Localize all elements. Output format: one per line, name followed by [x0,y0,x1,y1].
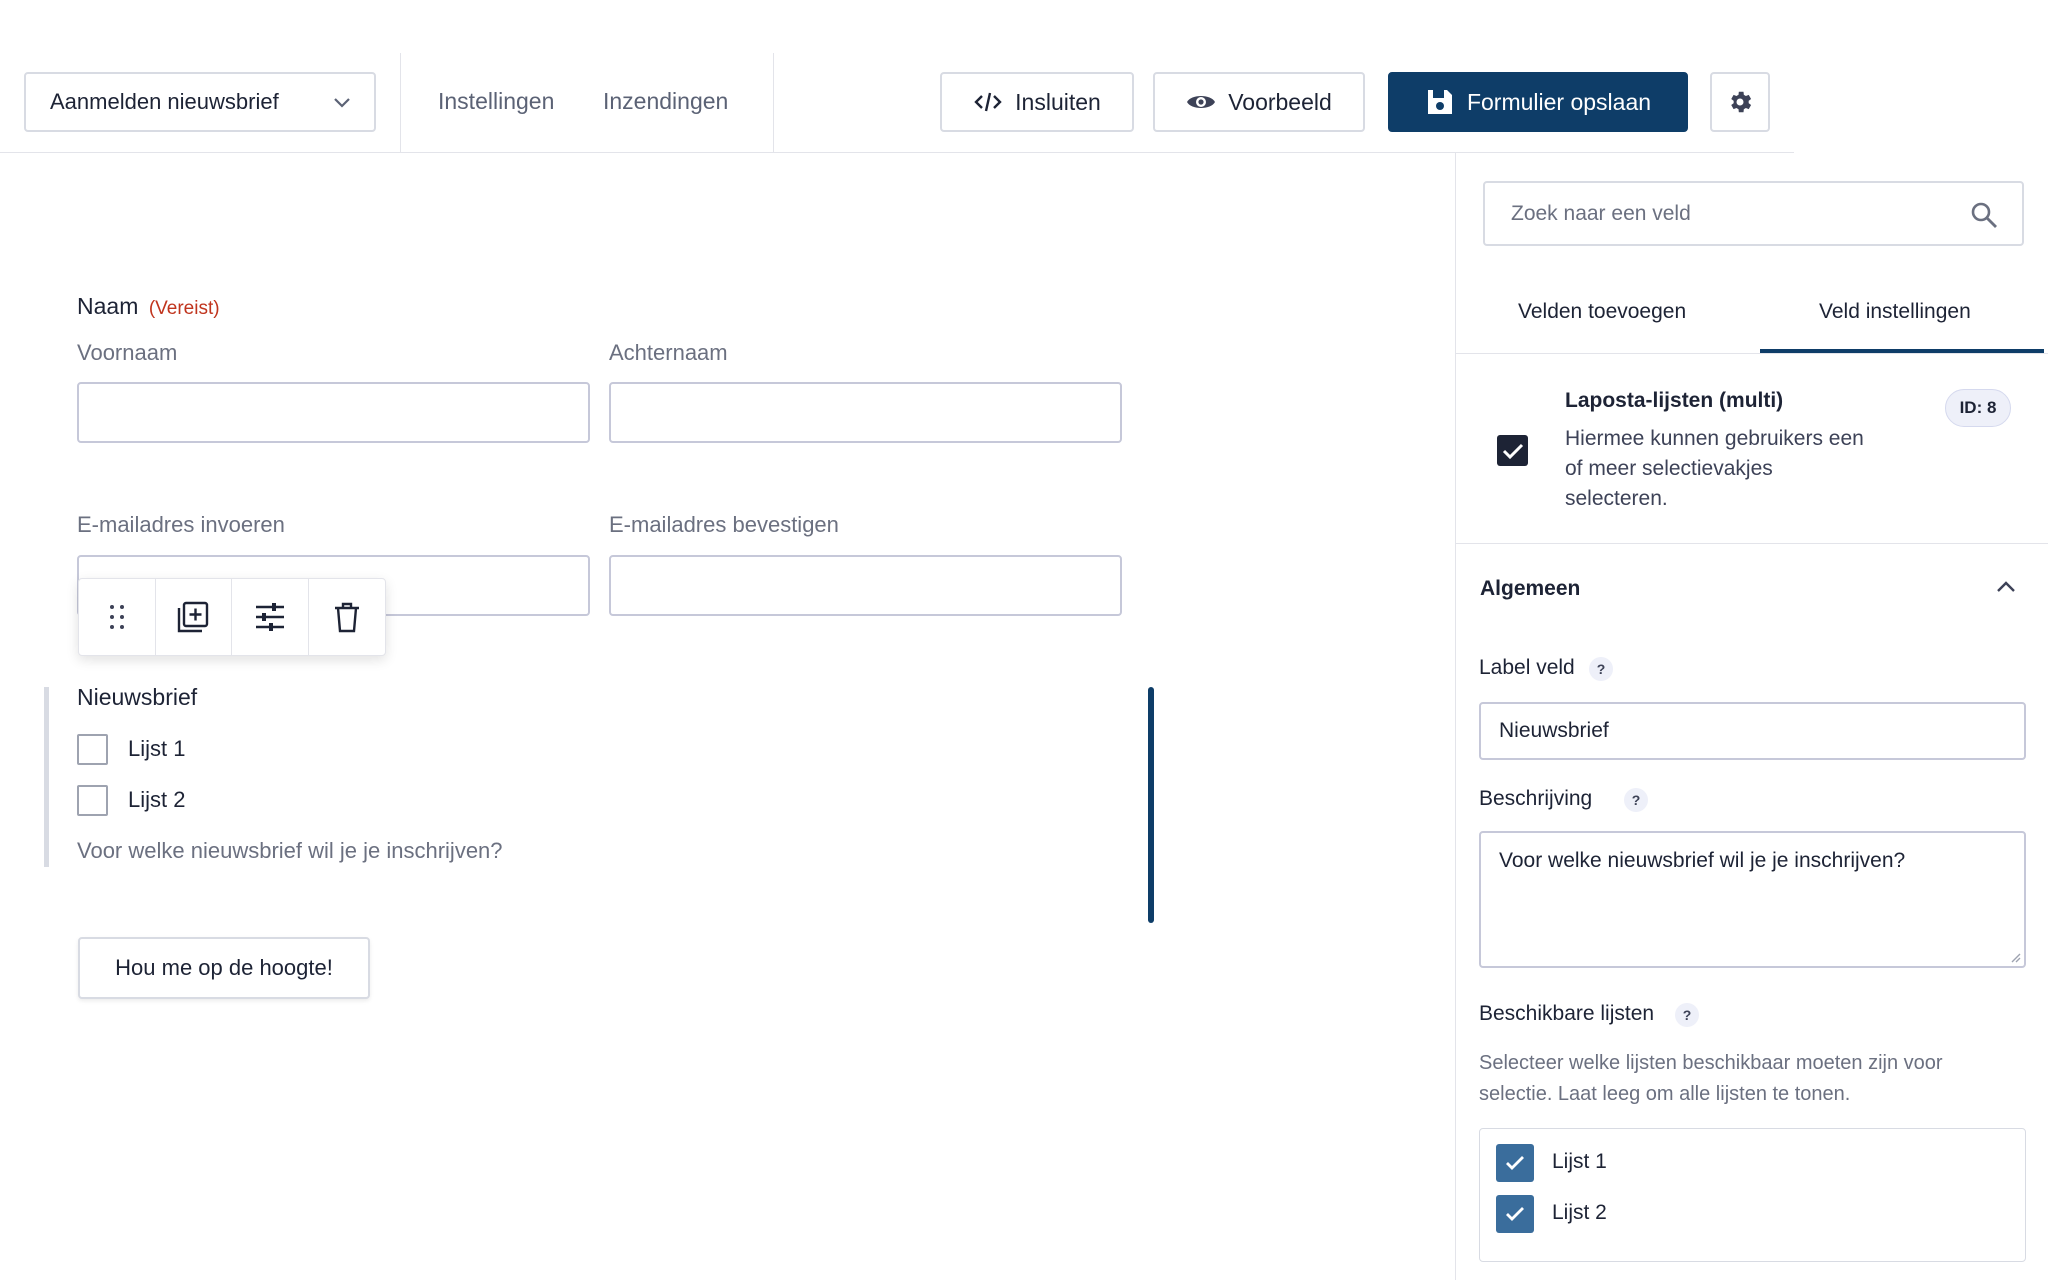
duplicate-field-button[interactable] [156,579,232,655]
checkmark-icon [1506,1156,1524,1170]
field-action-toolbar [78,578,386,656]
field-selection-marker [44,687,49,867]
field-type-title: Laposta-lijsten (multi) [1565,389,1784,412]
trash-icon [334,602,359,633]
field-search-placeholder: Zoek naar een veld [1511,201,1691,225]
required-indicator: (Vereist) [148,298,220,319]
nav-link-settings[interactable]: Instellingen [438,88,554,115]
newsletter-option-label: Lijst 1 [128,736,186,761]
list-option-label: Lijst 2 [1552,1201,1607,1224]
field-drop-indicator [1148,687,1154,923]
toolbar-divider [773,53,774,153]
newsletter-option-checkbox[interactable] [77,734,108,765]
form-selector-dropdown[interactable]: Aanmelden nieuwsbrief [24,72,376,132]
form-submit-button-label: Hou me op de hoogte! [115,955,333,980]
newsletter-field-label: Nieuwsbrief [77,684,198,710]
help-icon[interactable]: ? [1589,657,1613,681]
resize-handle-icon[interactable] [2009,951,2021,963]
help-icon[interactable]: ? [1624,788,1648,812]
delete-field-button[interactable] [309,579,386,655]
first-name-label: Voornaam [77,340,178,365]
name-field-label: Naam [77,293,139,319]
field-sidebar: Zoek naar een veld Velden toevoegen Veld… [1455,153,2048,1280]
help-icon[interactable]: ? [1675,1003,1699,1027]
list-checkbox-checked[interactable] [1496,1195,1534,1233]
description-value: Voor welke nieuwsbrief wil je je inschri… [1499,849,1906,872]
field-type-description: of meer selectievakjes [1565,457,1773,480]
save-form-button-label: Formulier opslaan [1466,88,1652,115]
available-lists-help: selectie. Laat leeg om alle lijsten te t… [1479,1083,1851,1105]
tab-field-settings[interactable]: Veld instellingen [1819,300,1971,324]
general-section-title: Algemeen [1480,577,1581,600]
drag-handle-icon [109,605,124,629]
settings-gear-button[interactable] [1710,72,1770,132]
email-confirm-input[interactable] [609,555,1122,616]
first-name-input[interactable] [77,382,590,443]
name-field-label-row: Naam (Vereist) [77,293,220,320]
last-name-label: Achternaam [609,340,728,365]
last-name-input[interactable] [609,382,1122,443]
newsletter-description: Voor welke nieuwsbrief wil je je inschri… [77,838,503,863]
embed-button[interactable]: Insluiten [940,72,1134,132]
label-field-label: Label veld [1479,656,1575,679]
list-checkbox-checked[interactable] [1496,1144,1534,1182]
email-enter-label: E-mailadres invoeren [77,512,285,537]
tab-add-fields[interactable]: Velden toevoegen [1518,300,1686,324]
top-toolbar: Aanmelden nieuwsbrief Instellingen Inzen… [0,0,1794,153]
gear-icon [1731,91,1752,113]
field-id-badge: ID: 8 [1945,389,2011,427]
save-form-button[interactable]: Formulier opslaan [1388,72,1688,132]
newsletter-option-checkbox[interactable] [77,785,108,816]
description-textarea[interactable]: Voor welke nieuwsbrief wil je je inschri… [1479,831,2026,968]
field-type-description: Hiermee kunnen gebruikers een [1565,427,1864,450]
preview-button-label: Voorbeeld [1228,88,1332,115]
code-icon [974,92,1002,112]
available-lists-help: Selecteer welke lijsten beschikbaar moet… [1479,1052,1943,1074]
form-submit-button[interactable]: Hou me op de hoogte! [78,937,370,999]
search-icon [1971,202,1997,228]
form-selector-label: Aanmelden nieuwsbrief [50,89,279,114]
available-lists-label: Beschikbare lijsten [1479,1002,1655,1025]
label-field-input[interactable]: Nieuwsbrief [1479,702,2026,760]
field-search-input[interactable]: Zoek naar een veld [1483,181,2024,246]
embed-button-label: Insluiten [1015,88,1101,115]
chevron-down-icon [334,98,350,108]
list-option-label: Lijst 1 [1552,1150,1607,1173]
label-field-value: Nieuwsbrief [1499,719,1609,742]
tabs-divider [1456,353,2048,354]
sliders-icon [255,603,284,631]
drag-handle-button[interactable] [79,579,156,655]
field-type-checkbox-icon [1497,435,1528,466]
toolbar-divider [400,53,401,153]
newsletter-option-label: Lijst 2 [128,787,186,812]
field-settings-button[interactable] [232,579,309,655]
general-section-header[interactable]: Algemeen [1456,543,2048,629]
eye-icon [1187,96,1216,108]
floppy-disk-icon [1427,90,1452,114]
available-lists-box: Lijst 1 Lijst 2 [1479,1128,2026,1262]
checkmark-icon [1506,1207,1524,1221]
duplicate-icon [178,601,209,633]
field-type-description: selecteren. [1565,487,1668,510]
email-confirm-label: E-mailadres bevestigen [609,512,839,537]
description-field-label: Beschrijving [1479,787,1593,810]
chevron-up-icon [1997,581,2015,592]
preview-button[interactable]: Voorbeeld [1153,72,1365,132]
nav-link-submissions[interactable]: Inzendingen [603,88,728,115]
